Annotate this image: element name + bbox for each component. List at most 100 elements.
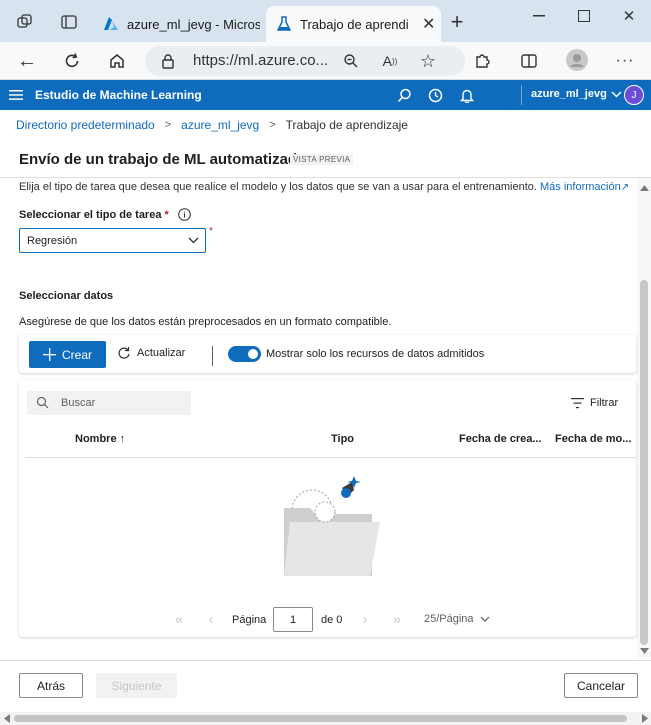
search-icon[interactable]: [395, 86, 413, 104]
required-asterisk-dropdown: *: [209, 226, 213, 237]
tab-title: Trabajo de aprendizaje: [300, 16, 408, 32]
supported-assets-toggle[interactable]: [228, 346, 261, 362]
page-label: Página: [232, 614, 267, 626]
more-icon[interactable]: ···: [614, 50, 636, 72]
chevron-down-icon: [480, 616, 490, 622]
page-title: Envío de un trabajo de ML automatizado: [19, 151, 307, 168]
browser-tab-bar: azure_ml_jevg - Microsoft Azure Trabajo …: [0, 0, 651, 42]
breadcrumb-current: Trabajo de aprendizaje: [285, 118, 408, 132]
column-header-modified[interactable]: Fecha de mo...: [555, 433, 631, 445]
cancel-label: Cancelar: [576, 678, 626, 693]
footer-divider: [0, 660, 651, 661]
page-number-value: 1: [289, 613, 297, 626]
header-divider: [521, 85, 522, 105]
last-page-icon[interactable]: »: [388, 611, 406, 627]
workspace-selector[interactable]: azure_ml_jevg: [531, 88, 622, 100]
info-icon[interactable]: [177, 208, 191, 221]
split-screen-icon[interactable]: [518, 50, 540, 72]
next-label: Siguiente: [111, 678, 162, 693]
filter-button[interactable]: Filtrar: [571, 397, 618, 409]
avatar-initial: J: [631, 89, 637, 101]
favorite-icon[interactable]: ☆: [417, 50, 439, 72]
next-button[interactable]: Siguiente: [96, 673, 177, 698]
history-clock-icon[interactable]: [426, 86, 444, 104]
task-type-value: Regresión: [27, 235, 78, 247]
profile-icon[interactable]: [565, 48, 589, 72]
filter-label: Filtrar: [590, 397, 619, 409]
hamburger-menu-icon[interactable]: [8, 87, 24, 103]
back-label: Atrás: [36, 678, 65, 693]
empty-folder-illustration-icon: [280, 472, 390, 580]
scroll-left-icon[interactable]: [2, 714, 11, 723]
search-placeholder: Buscar: [61, 397, 96, 409]
chevron-down-icon: [611, 91, 622, 98]
column-header-type[interactable]: Tipo: [331, 433, 354, 445]
minimize-icon[interactable]: [527, 6, 551, 26]
url-text: https://ml.azure.co...: [193, 52, 329, 69]
content-scrollbar-thumb[interactable]: [640, 280, 648, 645]
app-title[interactable]: Estudio de Machine Learning: [35, 88, 202, 102]
chevron-right-icon: >: [164, 119, 172, 131]
filter-icon: [571, 397, 584, 409]
required-asterisk: *: [164, 208, 169, 221]
chevron-down-icon: [188, 237, 199, 244]
toggle-knob: [248, 349, 258, 359]
home-icon[interactable]: [106, 50, 128, 72]
task-type-label: Seleccionar el tipo de tarea: [19, 208, 162, 221]
cancel-button[interactable]: Cancelar: [564, 673, 638, 698]
more-info-link[interactable]: Más información: [540, 181, 621, 193]
search-icon: [36, 396, 49, 409]
toggle-label: Mostrar solo los recursos de datos admit…: [266, 348, 485, 360]
search-input[interactable]: Buscar: [27, 391, 191, 415]
workspaces-icon[interactable]: [14, 11, 36, 33]
page-size-dropdown[interactable]: 25/Página: [424, 613, 490, 625]
page-of-label: de 0: [321, 614, 343, 626]
breadcrumb-workspace[interactable]: azure_ml_jevg: [181, 118, 259, 132]
grid-header-divider: [25, 457, 636, 458]
scroll-down-icon[interactable]: [638, 646, 650, 656]
avatar[interactable]: J: [624, 85, 644, 105]
close-window-icon[interactable]: ✕: [617, 6, 641, 26]
tab-actions-icon[interactable]: [58, 11, 80, 33]
plus-icon: [42, 348, 56, 361]
page-number-input[interactable]: 1: [273, 607, 313, 632]
breadcrumb: Directorio predeterminado > azure_ml_jev…: [16, 118, 408, 132]
breadcrumb-directory[interactable]: Directorio predeterminado: [16, 118, 155, 132]
create-button[interactable]: Crear: [29, 341, 106, 368]
new-tab-icon[interactable]: +: [446, 9, 468, 34]
extensions-icon[interactable]: [471, 50, 493, 72]
tab-close-icon[interactable]: ✕: [422, 14, 435, 34]
chevron-right-icon: >: [269, 119, 276, 131]
lock-icon[interactable]: [159, 52, 177, 70]
data-section-title: Seleccionar datos: [19, 290, 114, 302]
tab-title: azure_ml_jevg - Microsoft Azure: [127, 16, 260, 32]
url-bar[interactable]: https://ml.azure.co... A)) ☆: [145, 46, 465, 76]
tab-azure-portal[interactable]: azure_ml_jevg - Microsoft Azure: [95, 6, 260, 42]
refresh-icon: [117, 346, 131, 360]
tab-training-job[interactable]: Trabajo de aprendizaje ✕: [266, 6, 441, 42]
zoom-icon[interactable]: [341, 51, 361, 71]
create-label: Crear: [61, 347, 92, 362]
page-size-value: 25/Página: [424, 613, 474, 625]
external-link-icon: ↗: [620, 182, 630, 193]
task-type-dropdown[interactable]: Regresión: [19, 228, 206, 253]
refresh-icon[interactable]: [61, 50, 83, 72]
scroll-right-icon[interactable]: [640, 714, 649, 723]
column-header-name[interactable]: Nombre ↑: [75, 433, 125, 445]
task-type-label-row: Seleccionar el tipo de tarea *: [19, 208, 191, 221]
intro-text-line: Elija el tipo de tarea que desea que rea…: [19, 181, 629, 193]
column-header-created[interactable]: Fecha de crea...: [459, 433, 542, 445]
scroll-up-icon[interactable]: [638, 183, 650, 193]
back-button[interactable]: Atrás: [19, 673, 83, 698]
preview-badge: VISTA PREVIA: [290, 154, 354, 165]
maximize-icon[interactable]: [572, 6, 596, 26]
read-aloud-icon[interactable]: A)): [379, 51, 401, 71]
first-page-icon[interactable]: «: [170, 611, 188, 627]
notifications-bell-icon[interactable]: [458, 86, 476, 104]
previous-page-icon[interactable]: ‹: [204, 611, 218, 627]
refresh-button[interactable]: Actualizar: [117, 346, 185, 360]
back-icon[interactable]: ←: [16, 50, 38, 72]
next-page-icon[interactable]: ›: [358, 611, 372, 627]
ml-studio-icon: [276, 16, 292, 32]
horizontal-scrollbar-thumb[interactable]: [14, 715, 627, 722]
